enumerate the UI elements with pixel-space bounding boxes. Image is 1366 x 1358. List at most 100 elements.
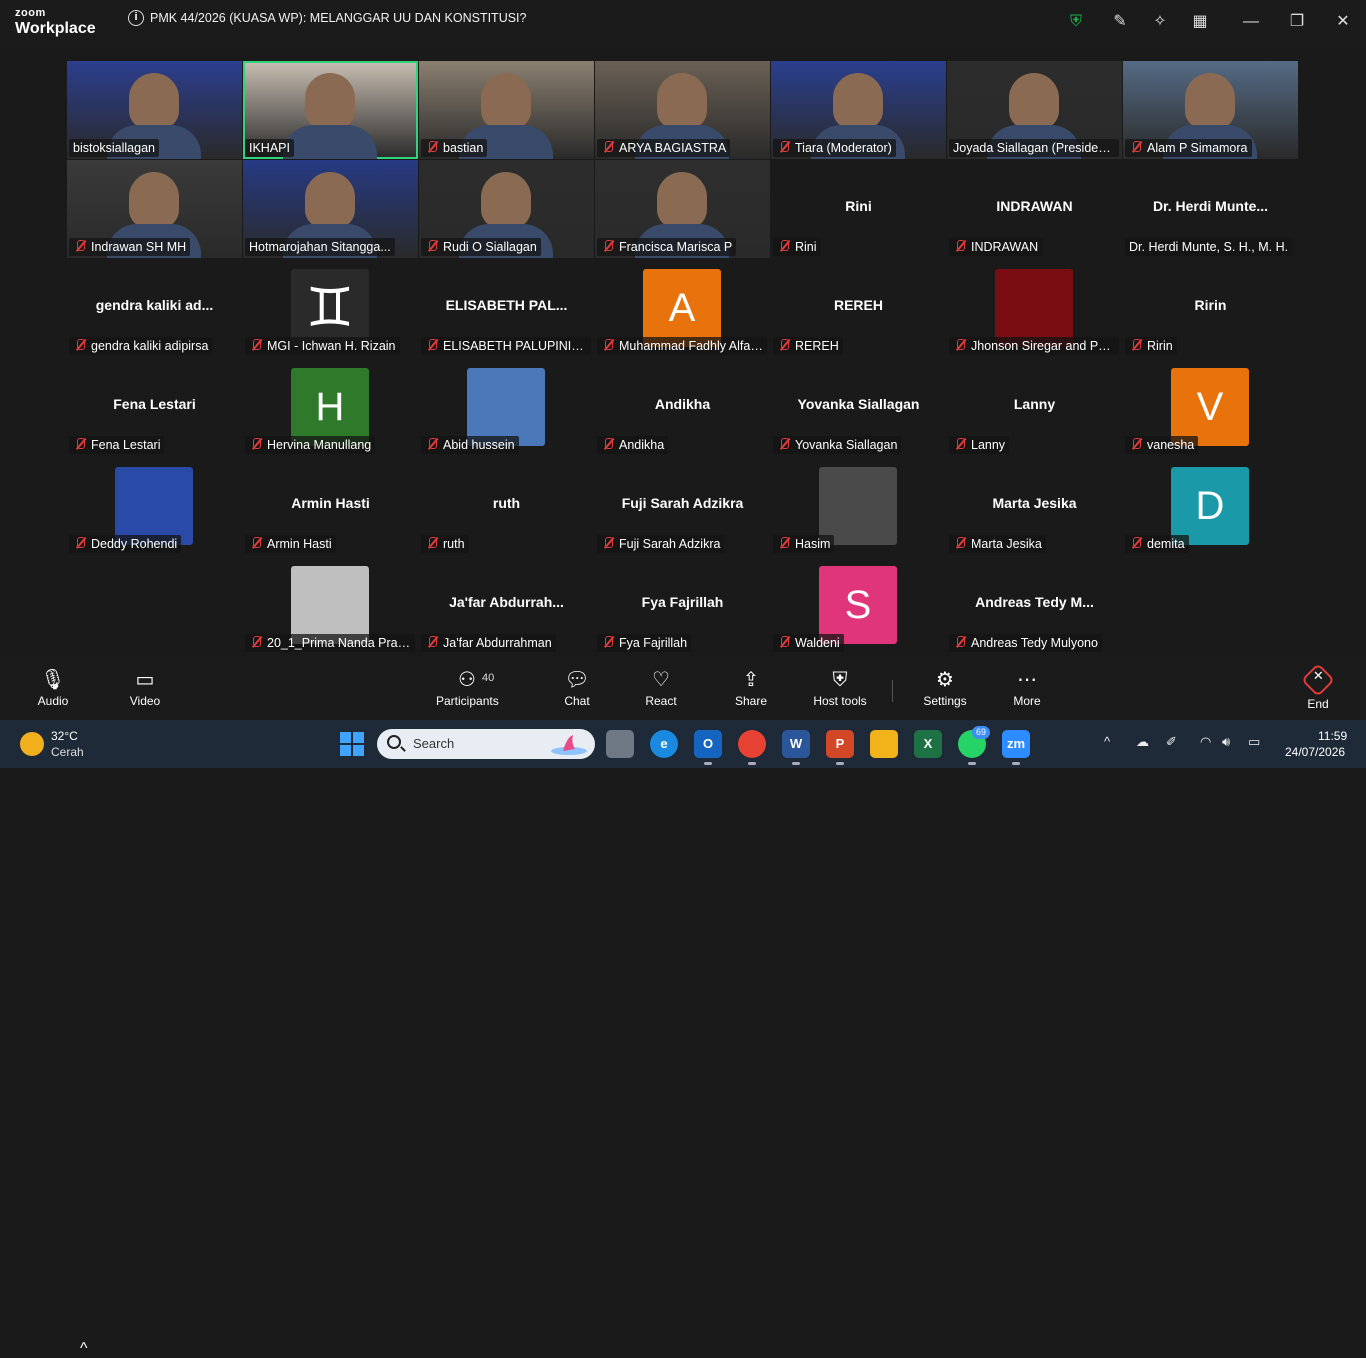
participant-name: bistoksiallagan <box>73 141 155 155</box>
taskbar-app-zoom-icon[interactable]: zm <box>996 726 1036 765</box>
participant-tile[interactable]: Ddemita <box>1123 457 1298 555</box>
weather-description[interactable]: Cerah <box>51 745 84 759</box>
participant-tile[interactable]: Hotmarojahan Sitangga... <box>243 160 418 258</box>
weather-sun-icon[interactable] <box>20 732 44 756</box>
participant-name-tag: Andikha <box>597 436 669 454</box>
participant-tile[interactable]: S Waldeni <box>771 556 946 654</box>
participant-tile[interactable]: ♊ MGI - Ichwan H. Rizain <box>243 259 418 357</box>
more-button[interactable]: ⋯ More <box>1010 666 1044 708</box>
participant-name-tag: ARYA BAGIASTRA <box>597 139 731 157</box>
participant-tile[interactable]: Alam P Simamora <box>1123 61 1298 159</box>
chat-button[interactable]: 💬︎ Chat <box>560 666 594 708</box>
participant-name: Fya Fajrillah <box>619 636 688 650</box>
maximize-icon[interactable]: ❐ <box>1285 10 1309 34</box>
pen-tray-icon[interactable]: ✐ <box>1166 734 1177 750</box>
tray-overflow-chevron-icon[interactable]: ^ <box>1104 734 1110 749</box>
ai-companion-sparkle-icon[interactable]: ✧ <box>1148 10 1172 34</box>
taskbar-clock-time[interactable]: 11:59 <box>1318 729 1347 743</box>
participant-tile[interactable]: REREH REREH <box>771 259 946 357</box>
security-shield-icon[interactable]: ⛨ <box>1064 10 1088 34</box>
participant-tile[interactable]: Rudi O Siallagan <box>419 160 594 258</box>
taskbar-clock-date[interactable]: 24/07/2026 <box>1285 745 1345 759</box>
participant-name-tag: vanesha <box>1125 436 1199 454</box>
participant-tile[interactable]: Abid hussein <box>419 358 594 456</box>
participant-tile[interactable]: Yovanka Siallagan Yovanka Siallagan <box>771 358 946 456</box>
battery-icon[interactable]: ▭ <box>1248 734 1260 750</box>
participant-video-feed <box>481 172 531 228</box>
audio-options-chevron-icon[interactable]: ^ <box>80 1340 88 1358</box>
participant-tile[interactable]: ARYA BAGIASTRA <box>595 61 770 159</box>
participant-tile[interactable]: Rini Rini <box>771 160 946 258</box>
settings-button[interactable]: ⚙ Settings <box>922 666 968 708</box>
participants-button[interactable]: ⚇ Participants 40 <box>436 666 499 708</box>
participant-tile[interactable]: Deddy Rohendi <box>67 457 242 555</box>
onedrive-sync-icon[interactable]: ☁ <box>1136 734 1149 750</box>
participant-tile[interactable]: 20_1_Prima Nanda Pras... <box>243 556 418 654</box>
participant-tile[interactable]: Andreas Tedy M... Andreas Tedy Mulyono <box>947 556 1122 654</box>
participant-tile[interactable]: Fya Fajrillah Fya Fajrillah <box>595 556 770 654</box>
participant-name: Alam P Simamora <box>1147 141 1248 155</box>
participant-name: bastian <box>443 141 484 155</box>
participant-tile[interactable]: Fuji Sarah Adzikra Fuji Sarah Adzikra <box>595 457 770 555</box>
taskbar-search-box[interactable]: Search <box>377 729 595 759</box>
react-button[interactable]: ♡ React <box>644 666 678 708</box>
weather-temperature[interactable]: 32°C <box>51 729 78 743</box>
close-icon[interactable]: ✕ <box>1331 10 1355 34</box>
participant-tile[interactable]: ELISABETH PAL... ELISABETH PALUPINING... <box>419 259 594 357</box>
host-tools-button[interactable]: ⛨ Host tools <box>812 666 868 708</box>
participant-name-tag: INDRAWAN <box>949 238 1043 256</box>
muted-microphone-icon <box>601 338 615 352</box>
participant-tile[interactable]: Francisca Marisca P <box>595 160 770 258</box>
meeting-info-icon[interactable]: i <box>128 10 144 26</box>
participant-tile[interactable]: bastian <box>419 61 594 159</box>
minimize-icon[interactable]: — <box>1239 10 1263 34</box>
windows-start-icon[interactable] <box>340 732 364 756</box>
participant-tile[interactable]: Fena Lestari Fena Lestari <box>67 358 242 456</box>
participant-tile[interactable]: Vvanesha <box>1123 358 1298 456</box>
taskbar-app-file-explorer-gray-icon[interactable] <box>606 730 634 758</box>
participant-tile[interactable]: H Hervina Manullang <box>243 358 418 456</box>
taskbar-app-excel-icon[interactable]: X <box>914 730 942 758</box>
participant-tile[interactable]: A Muhammad Fadhly Alfar... <box>595 259 770 357</box>
participant-tile[interactable]: Indrawan SH MH <box>67 160 242 258</box>
muted-microphone-icon <box>425 140 439 154</box>
apps-grid-icon[interactable]: ▦ <box>1188 10 1212 34</box>
taskbar-app-edge-icon[interactable]: e <box>650 730 678 758</box>
taskbar-app-chrome-icon[interactable] <box>738 730 766 765</box>
participant-tile[interactable]: bistoksiallagan <box>67 61 242 159</box>
participant-tile[interactable]: IKHAPI <box>243 61 418 159</box>
taskbar-app-powerpoint-icon[interactable]: P <box>826 730 854 765</box>
end-meeting-button[interactable]: End <box>1301 663 1335 711</box>
taskbar-app-outlook-icon[interactable]: O <box>694 730 722 765</box>
participant-avatar <box>995 269 1073 347</box>
wifi-icon[interactable]: ◠ <box>1200 734 1211 750</box>
muted-microphone-icon <box>601 437 615 451</box>
audio-button[interactable]: 🎙︎ Audio <box>36 666 70 708</box>
taskbar-app-word-icon[interactable]: W <box>782 730 810 765</box>
participant-tile[interactable]: Hasim <box>771 457 946 555</box>
speaker-icon[interactable]: 🔊︎ <box>1222 734 1230 750</box>
participant-name: Indrawan SH MH <box>91 240 187 254</box>
participant-video-feed <box>129 73 179 129</box>
share-button[interactable]: ⇪ Share <box>734 666 768 708</box>
participant-tile[interactable]: ruth ruth <box>419 457 594 555</box>
participant-tile[interactable]: Andikha Andikha <box>595 358 770 456</box>
participant-tile[interactable]: Ja'far Abdurrah... Ja'far Abdurrahman <box>419 556 594 654</box>
participant-tile[interactable]: Jhonson Siregar and Pa... <box>947 259 1122 357</box>
video-button[interactable]: ▭ Video <box>128 666 162 708</box>
participant-tile[interactable]: Ririn Ririn <box>1123 259 1298 357</box>
participant-tile[interactable]: Joyada Siallagan (President... <box>947 61 1122 159</box>
meeting-title: PMK 44/2026 (KUASA WP): MELANGGAR UU DAN… <box>150 11 527 25</box>
participant-tile[interactable]: Lanny Lanny <box>947 358 1122 456</box>
taskbar-app-folder-icon[interactable] <box>870 730 898 758</box>
participant-name: ELISABETH PALUPINING... <box>443 339 591 353</box>
participant-tile[interactable]: Tiara (Moderator) <box>771 61 946 159</box>
participant-tile[interactable]: Marta Jesika Marta Jesika <box>947 457 1122 555</box>
muted-microphone-icon <box>73 239 87 253</box>
participant-tile[interactable]: Armin Hasti Armin Hasti <box>243 457 418 555</box>
muted-microphone-icon <box>249 635 263 649</box>
participant-tile[interactable]: INDRAWAN INDRAWAN <box>947 160 1122 258</box>
annotate-icon[interactable]: ✎ <box>1108 10 1132 34</box>
participant-tile[interactable]: Dr. Herdi Munte... Dr. Herdi Munte, S. H.… <box>1123 160 1298 258</box>
participant-tile[interactable]: gendra kaliki ad... gendra kaliki adipirs… <box>67 259 242 357</box>
